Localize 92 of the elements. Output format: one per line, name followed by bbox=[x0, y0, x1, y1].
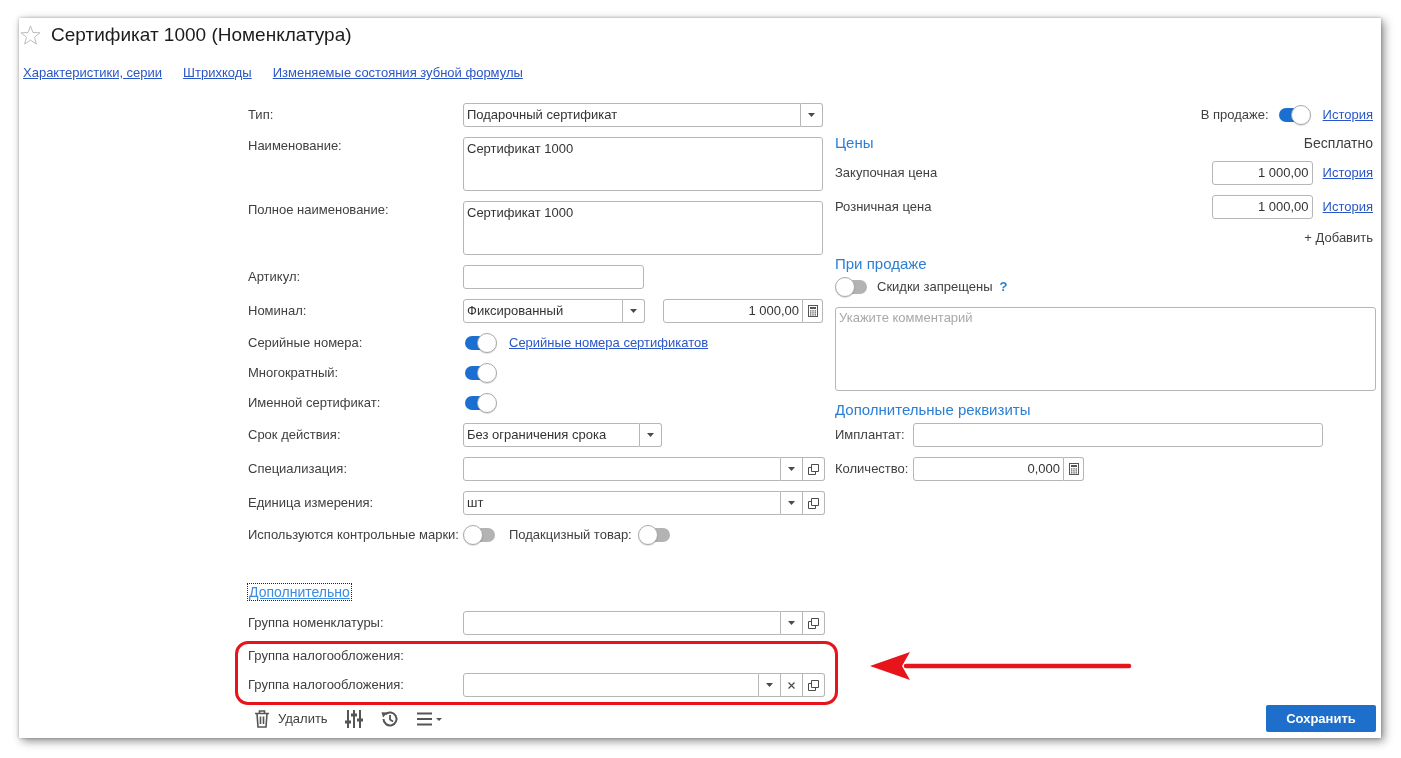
field-label: Группа налогообложения: bbox=[248, 676, 405, 693]
select-field[interactable] bbox=[463, 457, 781, 481]
section-title: Дополнительные реквизиты bbox=[835, 401, 1031, 419]
field-label: Закупочная цена bbox=[835, 164, 939, 183]
menu-icon bbox=[416, 711, 443, 726]
field-label: Единица измерения: bbox=[248, 494, 375, 511]
squares-icon bbox=[808, 679, 819, 691]
dropdown-button[interactable] bbox=[781, 457, 803, 481]
sliders-icon bbox=[344, 708, 363, 729]
field-label: Специализация: bbox=[248, 460, 348, 477]
field-label: Номинал: bbox=[248, 302, 308, 319]
serial-numbers-link[interactable]: Серийные номера сертификатов bbox=[509, 333, 709, 353]
calculator-icon bbox=[807, 305, 818, 317]
caret-icon bbox=[788, 467, 795, 471]
select-field[interactable] bbox=[463, 673, 759, 697]
field-label: Имплантат: bbox=[835, 426, 906, 445]
caret-icon bbox=[647, 433, 654, 437]
field-label: Количество: bbox=[835, 460, 910, 479]
price-summary: Бесплатно bbox=[1303, 133, 1373, 153]
field-label: Подакцизный товар: bbox=[509, 527, 632, 543]
toggle-switch[interactable] bbox=[637, 525, 672, 545]
text-area[interactable]: Сертификат 1000 bbox=[463, 137, 823, 191]
select-field[interactable]: Подарочный сертификат bbox=[463, 103, 801, 127]
group-caption: Группа налогообложения: bbox=[248, 648, 405, 664]
dropdown-button[interactable] bbox=[623, 299, 645, 323]
text-area[interactable]: Сертификат 1000 bbox=[463, 201, 823, 255]
select-field[interactable]: Без ограничения срока bbox=[463, 423, 640, 447]
open-button[interactable] bbox=[803, 491, 825, 515]
history-link[interactable]: История bbox=[1322, 163, 1373, 183]
nav-link[interactable]: Характеристики, серии bbox=[23, 65, 163, 81]
select-field[interactable]: шт bbox=[463, 491, 781, 515]
nav-link[interactable]: Изменяемые состояния зубной формулы bbox=[272, 65, 523, 81]
select-field[interactable]: Фиксированный bbox=[463, 299, 623, 323]
number-field[interactable]: 0,000 bbox=[913, 457, 1064, 481]
history-link[interactable]: История bbox=[1322, 197, 1373, 217]
open-button[interactable] bbox=[803, 611, 825, 635]
dropdown-button[interactable] bbox=[781, 491, 803, 515]
select-field[interactable] bbox=[463, 611, 781, 635]
section-title: При продаже bbox=[835, 255, 927, 273]
trash-icon bbox=[254, 709, 270, 728]
caret-icon bbox=[788, 621, 795, 625]
dropdown-button[interactable] bbox=[801, 103, 823, 127]
caret-icon bbox=[808, 113, 815, 117]
history-link[interactable]: История bbox=[1322, 105, 1373, 125]
open-button[interactable] bbox=[803, 457, 825, 481]
field-label: Артикул: bbox=[248, 268, 302, 285]
help-link[interactable]: ? bbox=[999, 277, 1008, 297]
cross-icon bbox=[788, 681, 795, 689]
input-field[interactable] bbox=[913, 423, 1323, 447]
field-label: Тип: bbox=[248, 106, 275, 123]
field-label: Группа номенклатуры: bbox=[248, 614, 385, 631]
nav-link[interactable]: Штрихкоды bbox=[183, 65, 252, 81]
input-field[interactable] bbox=[463, 265, 644, 289]
open-button[interactable] bbox=[803, 673, 825, 697]
dropdown-button[interactable] bbox=[759, 673, 781, 697]
field-label: В продаже: bbox=[1200, 106, 1269, 125]
toggle-switch[interactable] bbox=[835, 277, 869, 297]
number-field[interactable]: 1 000,00 bbox=[663, 299, 803, 323]
number-field[interactable]: 1 000,00 bbox=[1211, 195, 1313, 219]
window-title: Сертификат 1000 (Номенклатура) bbox=[51, 24, 352, 46]
caret-icon bbox=[766, 683, 773, 687]
field-label: Скидки запрещены bbox=[877, 278, 993, 297]
field-label: Срок действия: bbox=[248, 426, 342, 443]
toggle-switch[interactable] bbox=[463, 333, 497, 353]
caret-icon bbox=[630, 309, 637, 313]
field-label: Наименование: bbox=[248, 137, 343, 154]
delete-button[interactable]: Удалить bbox=[248, 705, 334, 732]
caret-icon bbox=[788, 501, 795, 505]
field-label: Розничная цена bbox=[835, 198, 933, 217]
toggle-switch[interactable] bbox=[463, 363, 497, 383]
field-label: Используются контрольные марки: bbox=[248, 527, 460, 543]
add-button[interactable]: + Добавить bbox=[1304, 230, 1373, 246]
field-label: Полное наименование: bbox=[248, 201, 390, 218]
calculator-button[interactable] bbox=[803, 299, 823, 323]
toggle-switch[interactable] bbox=[463, 393, 497, 413]
squares-icon bbox=[808, 617, 819, 629]
dropdown-button[interactable] bbox=[781, 611, 803, 635]
calculator-button[interactable] bbox=[1064, 457, 1084, 481]
toggle-switch[interactable] bbox=[463, 525, 497, 545]
squares-icon bbox=[808, 497, 819, 509]
star-icon[interactable] bbox=[20, 25, 41, 45]
field-label: Многократный: bbox=[248, 365, 340, 381]
save-button[interactable]: Сохранить bbox=[1266, 705, 1376, 732]
number-field[interactable]: 1 000,00 bbox=[1211, 161, 1313, 185]
field-label: Именной сертификат: bbox=[248, 395, 382, 411]
calculator-icon bbox=[1068, 463, 1079, 475]
squares-icon bbox=[808, 463, 819, 475]
section-title: Цены bbox=[835, 134, 874, 152]
field-label: Серийные номера: bbox=[248, 335, 364, 351]
dropdown-button[interactable] bbox=[640, 423, 662, 447]
comment-field[interactable]: Укажите комментарий bbox=[835, 307, 1376, 391]
history-icon bbox=[379, 708, 400, 729]
